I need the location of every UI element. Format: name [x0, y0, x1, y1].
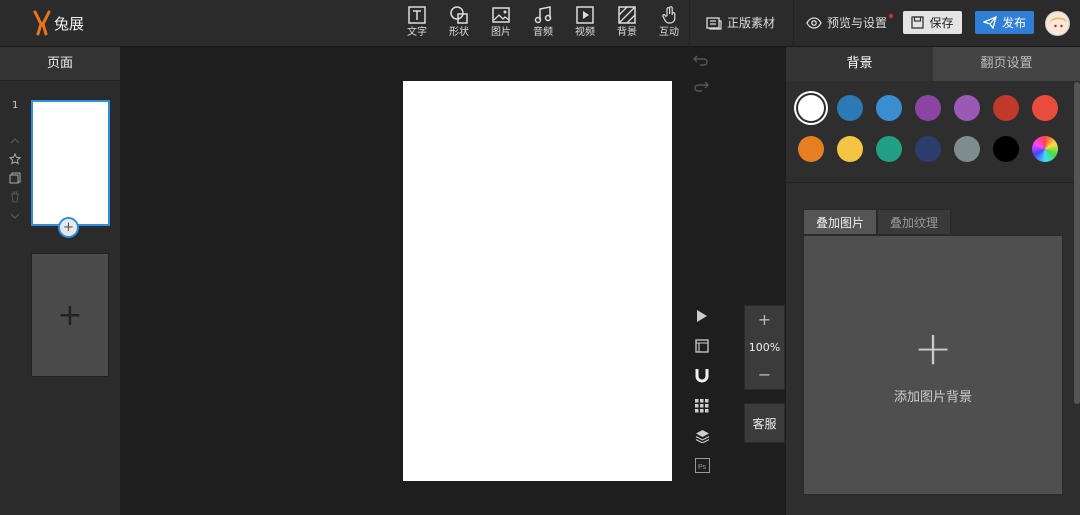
add-background-label: 添加图片背景: [893, 389, 972, 405]
page-number: 1: [12, 100, 19, 111]
tool-audio-label: 音频: [533, 27, 553, 38]
redo-icon[interactable]: [693, 79, 709, 98]
panel-tabs: 背景 翻页设置: [786, 47, 1080, 81]
color-swatch[interactable]: [1032, 95, 1058, 121]
material-icon: [706, 16, 722, 30]
add-background-image-area[interactable]: + 添加图片背景: [803, 235, 1063, 495]
zoom-in-button[interactable]: +: [758, 312, 771, 328]
tab-page-turn[interactable]: 翻页设置: [933, 47, 1080, 81]
color-swatch[interactable]: [876, 136, 902, 162]
color-swatches: [798, 95, 1058, 162]
star-icon[interactable]: [8, 152, 22, 166]
tool-shape-label: 形状: [449, 27, 469, 38]
tab-overlay-image[interactable]: 叠加图片: [803, 209, 878, 235]
frame-icon[interactable]: [692, 335, 712, 356]
tool-text[interactable]: 文字: [396, 5, 438, 43]
video-icon: [576, 6, 594, 24]
background-icon: [618, 6, 636, 24]
color-swatch[interactable]: [915, 95, 941, 121]
toolbar-divider: [793, 0, 794, 47]
color-swatch[interactable]: [837, 136, 863, 162]
page-actions: [8, 133, 22, 223]
color-swatch[interactable]: [915, 136, 941, 162]
tool-audio[interactable]: 音频: [522, 5, 564, 43]
save-label: 保存: [929, 16, 954, 30]
color-swatch[interactable]: [837, 95, 863, 121]
properties-panel: 背景 翻页设置 叠加图片 叠加纹理 + 添加图片背景: [786, 47, 1080, 515]
color-swatch[interactable]: [993, 95, 1019, 121]
tool-interact[interactable]: 互动: [648, 5, 690, 43]
photoshop-icon[interactable]: Ps: [692, 455, 712, 476]
licensed-material-button[interactable]: 正版素材: [706, 14, 775, 31]
text-icon: [408, 6, 426, 24]
tool-background-label: 背景: [617, 27, 637, 38]
pages-panel-title: 页面: [0, 47, 120, 81]
tab-overlay-texture[interactable]: 叠加纹理: [877, 209, 952, 235]
insert-page-icon[interactable]: +: [58, 217, 79, 238]
tool-shape[interactable]: 形状: [438, 5, 480, 43]
magnet-icon[interactable]: [692, 365, 712, 386]
shape-icon: [450, 6, 468, 24]
avatar-icon: [1050, 17, 1067, 34]
save-icon: [911, 16, 925, 29]
zoom-out-button[interactable]: −: [758, 367, 771, 383]
color-swatch[interactable]: [798, 95, 824, 121]
canvas-tools: Ps: [692, 305, 712, 476]
svg-text:Ps: Ps: [698, 464, 707, 471]
top-toolbar: 兔展 文字 形状 图片 音频 视频 背景 互动 正版素材 预览与设置 保存 发布: [0, 0, 1080, 47]
tool-image-label: 图片: [491, 27, 511, 38]
app-logo[interactable]: 兔展: [32, 10, 84, 36]
image-icon: [492, 7, 510, 23]
color-swatch[interactable]: [798, 136, 824, 162]
customer-service-button[interactable]: 客服: [744, 403, 785, 443]
tool-video[interactable]: 视频: [564, 5, 606, 43]
plus-icon: +: [913, 320, 953, 375]
tool-image[interactable]: 图片: [480, 5, 522, 43]
tool-text-label: 文字: [407, 27, 427, 38]
copy-icon[interactable]: [8, 171, 22, 185]
overlay-tabs: 叠加图片 叠加纹理: [803, 209, 952, 235]
move-up-icon[interactable]: [8, 133, 22, 147]
undo-icon[interactable]: [693, 53, 709, 72]
grid-icon[interactable]: [692, 395, 712, 416]
pages-panel: 页面 1 + +: [0, 47, 120, 515]
send-icon: [982, 16, 997, 29]
color-swatch[interactable]: [954, 95, 980, 121]
color-swatch[interactable]: [993, 136, 1019, 162]
color-swatch[interactable]: [876, 95, 902, 121]
insert-tools: 文字 形状 图片 音频 视频 背景 互动: [396, 5, 690, 43]
music-icon: [534, 6, 552, 24]
editor-canvas[interactable]: [403, 81, 672, 481]
tool-video-label: 视频: [575, 27, 595, 38]
page-thumbnail[interactable]: [31, 100, 110, 226]
eye-icon: [806, 16, 822, 29]
publish-label: 发布: [1001, 16, 1026, 30]
color-swatch[interactable]: [954, 136, 980, 162]
notification-dot: [889, 14, 893, 18]
zoom-value: 100%: [748, 341, 781, 354]
move-down-icon[interactable]: [8, 209, 22, 223]
layers-icon[interactable]: [692, 425, 712, 446]
tool-interact-label: 互动: [659, 27, 679, 38]
preview-settings-button[interactable]: 预览与设置: [806, 14, 893, 31]
tab-background[interactable]: 背景: [786, 47, 933, 81]
toolbar-divider: [689, 0, 690, 47]
publish-button[interactable]: 发布: [975, 11, 1034, 34]
tool-background[interactable]: 背景: [606, 5, 648, 43]
trash-icon[interactable]: [8, 190, 22, 204]
panel-scrollbar[interactable]: [1074, 82, 1080, 404]
zoom-control: + 100% −: [744, 305, 785, 390]
logo-text: 兔展: [54, 14, 85, 33]
user-avatar[interactable]: [1045, 11, 1070, 36]
material-label: 正版素材: [727, 16, 776, 30]
rabbit-logo-icon: [33, 10, 51, 36]
panel-divider: [786, 182, 1080, 183]
play-icon[interactable]: [692, 305, 712, 326]
hand-icon: [662, 6, 676, 24]
add-page-button[interactable]: +: [31, 253, 109, 377]
color-swatch[interactable]: [1032, 136, 1058, 162]
preview-label: 预览与设置: [827, 16, 888, 30]
save-button[interactable]: 保存: [903, 11, 962, 34]
